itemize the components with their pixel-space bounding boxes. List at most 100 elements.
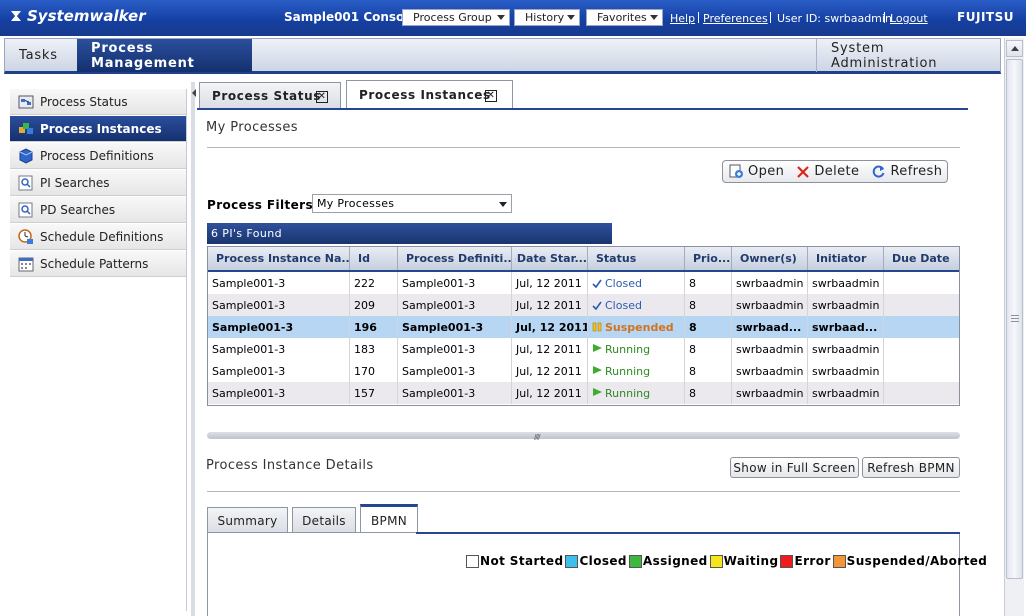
schedule-definitions-icon	[18, 228, 33, 244]
sidebar-item-schedule-patterns[interactable]: Schedule Patterns	[10, 251, 186, 277]
tab-process-instances[interactable]: Process Instances ✕	[346, 80, 513, 109]
cell-priority: 8	[685, 360, 732, 382]
cell-definition: Sample001-3	[398, 338, 512, 360]
process-group-label: Process Group	[413, 11, 492, 24]
tab-process-status[interactable]: Process Status ✕	[199, 82, 341, 109]
cell-priority: 8	[685, 272, 732, 294]
favorites-dropdown[interactable]: Favorites	[586, 9, 663, 26]
chevron-down-icon	[499, 202, 507, 207]
cell-due-date	[884, 338, 959, 360]
column-header-priority[interactable]: Prio...	[685, 247, 732, 270]
cell-definition: Sample001-3	[398, 382, 512, 404]
legend-label: Waiting	[723, 554, 779, 568]
close-icon[interactable]: ✕	[316, 91, 328, 103]
tab-bpmn[interactable]: BPMN	[360, 504, 418, 534]
table-row[interactable]: Sample001-3 157 Sample001-3 Jul, 12 2011…	[208, 382, 959, 404]
column-header-initiator[interactable]: Initiator	[808, 247, 884, 270]
delete-icon	[797, 165, 810, 178]
sidebar-item-process-definitions[interactable]: Process Definitions	[10, 143, 186, 169]
cell-id: 209	[350, 294, 398, 316]
process-toolbar: Open Delete Refresh	[722, 160, 948, 183]
close-icon[interactable]: ✕	[485, 90, 497, 102]
column-header-due-date[interactable]: Due Date	[884, 247, 959, 270]
tab-tasks[interactable]: Tasks	[5, 39, 77, 72]
sidebar-item-label: Process Definitions	[40, 148, 154, 163]
chevron-down-icon	[650, 15, 658, 20]
legend-item-waiting: Waiting	[709, 554, 779, 568]
pause-icon	[592, 322, 602, 332]
cell-name: Sample001-3	[208, 382, 350, 404]
legend-swatch	[565, 554, 579, 568]
sidebar-item-process-instances[interactable]: Process Instances	[10, 116, 186, 142]
play-icon	[593, 344, 602, 352]
column-header-label: Date Star...	[516, 252, 587, 265]
column-header-name[interactable]: Process Instance Na...	[208, 247, 350, 270]
sidebar-item-pi-searches[interactable]: PI Searches	[10, 170, 186, 196]
history-dropdown[interactable]: History	[514, 9, 580, 26]
sidebar-item-pd-searches[interactable]: PD Searches	[10, 197, 186, 223]
top-bar: Systemwalker Sample001 Console Process G…	[0, 0, 1026, 36]
refresh-icon	[873, 165, 885, 178]
separator	[884, 12, 885, 23]
open-button[interactable]: Open	[723, 161, 790, 182]
cell-date: Jul, 12 2011	[512, 316, 588, 338]
tab-system-administration[interactable]: System Administration	[816, 39, 1000, 72]
chevron-down-icon	[497, 15, 505, 20]
cell-priority: 8	[685, 338, 732, 360]
cell-status: Suspended	[588, 316, 685, 338]
cell-due-date	[884, 272, 959, 294]
vertical-scrollbar[interactable]	[1004, 38, 1024, 616]
process-status-icon	[18, 95, 34, 108]
cell-owner: swrbaadmin	[732, 338, 808, 360]
legend-item-closed: Closed	[565, 554, 627, 568]
table-row[interactable]: Sample001-3 209 Sample001-3 Jul, 12 2011…	[208, 294, 959, 316]
table-header: Process Instance Na... Id Process Defini…	[208, 247, 959, 272]
checkmark-icon	[592, 301, 602, 310]
column-header-id[interactable]: Id	[350, 247, 398, 270]
cell-initiator: swrbaad...	[808, 316, 884, 338]
scroll-thumb[interactable]	[1006, 59, 1023, 579]
play-icon	[593, 366, 602, 374]
fujitsu-logo: FUJITSU	[957, 10, 1014, 24]
column-header-definition[interactable]: Process Definiti...	[398, 247, 512, 270]
cell-priority: 8	[685, 316, 732, 338]
full-screen-button[interactable]: Show in Full Screen	[730, 457, 859, 478]
status-label: Running	[605, 364, 651, 378]
cell-definition: Sample001-3	[398, 316, 512, 338]
user-id: User ID: swrbaadmin	[777, 12, 892, 25]
collapse-left-icon[interactable]	[192, 89, 196, 97]
table-row[interactable]: Sample001-3 183 Sample001-3 Jul, 12 2011…	[208, 338, 959, 360]
legend-label: Not Started	[480, 554, 564, 568]
cell-id: 222	[350, 272, 398, 294]
process-instances-icon	[19, 122, 33, 134]
tab-details[interactable]: Details	[292, 507, 356, 533]
process-filters-select[interactable]: My Processes	[312, 194, 512, 213]
sidebar-item-label: PI Searches	[40, 175, 110, 190]
column-header-owners[interactable]: Owner(s)	[732, 247, 808, 270]
logout-link[interactable]: Logout	[890, 12, 928, 25]
status-label: Closed	[605, 276, 642, 290]
table-row[interactable]: Sample001-3 170 Sample001-3 Jul, 12 2011…	[208, 360, 959, 382]
panel-splitter[interactable]: ////	[207, 432, 960, 441]
tab-process-management[interactable]: Process Management	[77, 39, 252, 72]
cell-due-date	[884, 294, 959, 316]
cell-initiator: swrbaadmin	[808, 294, 884, 316]
help-link[interactable]: Help	[670, 12, 695, 25]
sidebar-splitter[interactable]	[191, 82, 195, 616]
separator	[770, 12, 771, 23]
scroll-up-button[interactable]	[1006, 40, 1023, 57]
preferences-link[interactable]: Preferences	[703, 12, 768, 25]
sidebar-item-process-status[interactable]: Process Status	[10, 89, 186, 115]
refresh-bpmn-button[interactable]: Refresh BPMN	[862, 457, 960, 478]
delete-button[interactable]: Delete	[790, 161, 865, 182]
process-group-dropdown[interactable]: Process Group	[402, 9, 510, 26]
tab-summary[interactable]: Summary	[207, 507, 288, 533]
table-row[interactable]: Sample001-3 222 Sample001-3 Jul, 12 2011…	[208, 272, 959, 294]
tab-label: Process Status	[212, 89, 321, 103]
table-row-selected[interactable]: Sample001-3 196 Sample001-3 Jul, 12 2011…	[208, 316, 959, 338]
column-header-date-started[interactable]: Date Star...	[512, 247, 588, 270]
refresh-button[interactable]: Refresh	[865, 161, 948, 182]
cell-due-date	[884, 382, 959, 404]
sidebar-item-schedule-definitions[interactable]: Schedule Definitions	[10, 224, 186, 250]
column-header-status[interactable]: Status	[588, 247, 685, 270]
